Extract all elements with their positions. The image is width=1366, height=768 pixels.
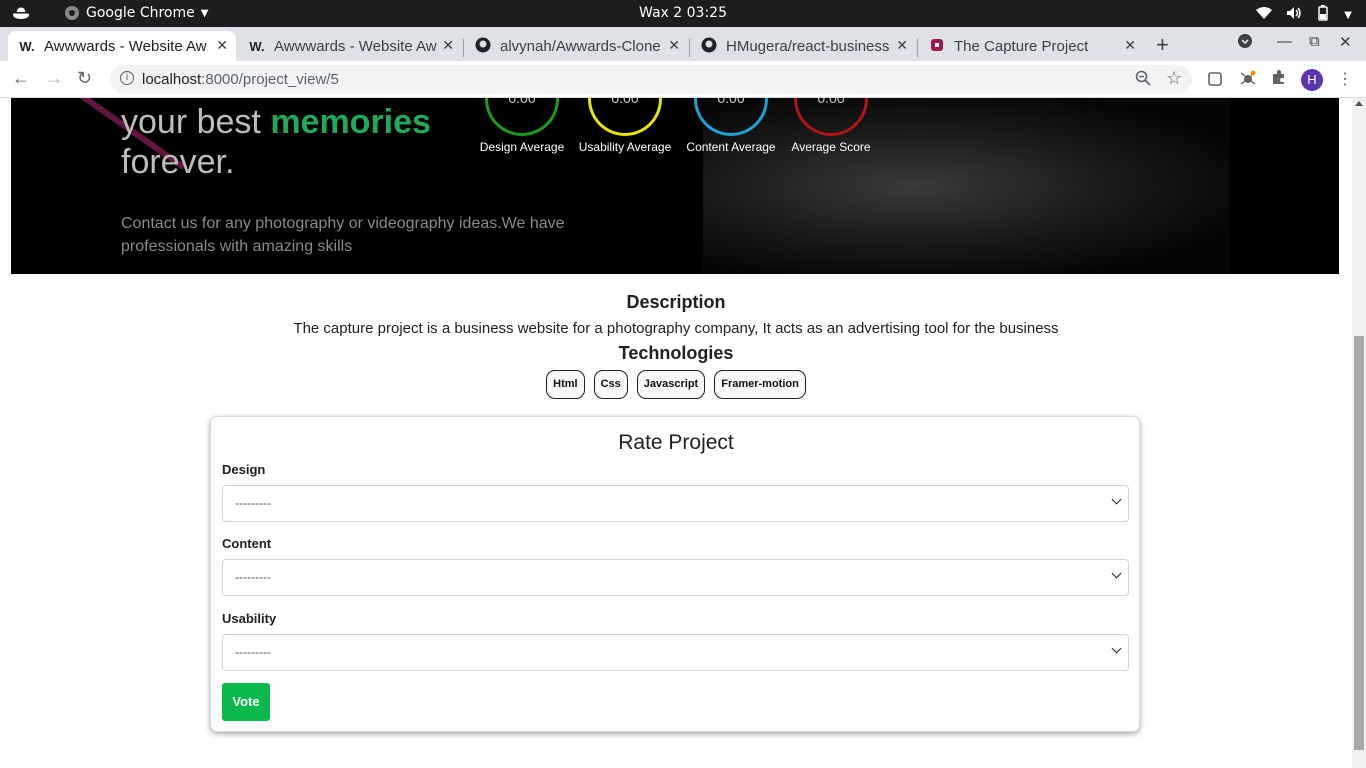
- design-select[interactable]: ---------: [222, 485, 1129, 522]
- scroll-up-arrow-icon[interactable]: [1355, 101, 1363, 106]
- tab-title: alvynah/Awwards-Clone: [500, 37, 661, 55]
- average-score-rating: 0.00 Average Score: [781, 98, 881, 154]
- design-label: Design: [222, 462, 266, 477]
- address-bar[interactable]: i localhost:8000/project_view/5 ☆: [110, 65, 1192, 94]
- project-hero-screenshot: your best memories forever. Contact us f…: [11, 98, 1339, 274]
- description-heading: Description: [626, 292, 726, 312]
- rating-label: Content Average: [686, 140, 776, 154]
- system-top-bar: Google Chrome ▼ Wax 2 03:25 ▼: [0, 0, 1366, 27]
- design-select-value: ---------: [235, 496, 271, 510]
- usability-label: Usability: [222, 611, 277, 626]
- tab-title: Awwwards - Website Aw: [274, 37, 437, 55]
- awwwards-favicon-icon: W.: [19, 38, 35, 54]
- usability-select-value: ---------: [235, 645, 271, 659]
- zoom-icon[interactable]: [1135, 70, 1151, 91]
- browser-toolbar: ← → ↻ i localhost:8000/project_view/5 ☆ …: [0, 61, 1366, 98]
- tab-title: HMugera/react-business: [726, 37, 890, 55]
- tech-badge-framer-motion: Framer-motion: [714, 370, 806, 399]
- rating-ring: 0.00: [794, 98, 868, 136]
- vote-button[interactable]: Vote: [222, 683, 270, 721]
- description-text: The capture project is a business websit…: [293, 320, 1059, 337]
- menu-kebab-icon[interactable]: ⋮: [1337, 69, 1353, 89]
- close-icon[interactable]: ✕: [668, 37, 680, 54]
- scrollbar-thumb[interactable]: [1354, 336, 1364, 750]
- restore-icon[interactable]: ⧉: [1309, 33, 1320, 50]
- github-icon: [700, 37, 718, 56]
- content-select[interactable]: ---------: [222, 559, 1129, 596]
- usability-average-rating: 0.00 Usability Average: [575, 98, 675, 154]
- tab-capture-project[interactable]: The Capture Project ✕: [918, 31, 1144, 61]
- tab-awwwards-1[interactable]: W. Awwwards - Website Aw ✕: [8, 31, 236, 61]
- content-select-value: ---------: [235, 570, 271, 584]
- bug-extension-icon[interactable]: [1239, 69, 1257, 92]
- rating-ring: 0.00: [694, 98, 768, 136]
- technologies-list: Html Css Javascript Framer-motion: [0, 370, 1352, 399]
- usability-select[interactable]: ---------: [222, 634, 1129, 671]
- close-icon[interactable]: ✕: [442, 37, 454, 54]
- technologies-heading: Technologies: [618, 343, 734, 363]
- chevron-down-icon: [1111, 568, 1122, 579]
- close-icon[interactable]: ✕: [896, 37, 908, 54]
- tab-strip: W. Awwwards - Website Aw ✕ W. Awwwards -…: [0, 27, 1366, 61]
- battery-icon: [1316, 5, 1330, 25]
- rating-ring: 0.00: [588, 98, 662, 136]
- design-average-rating: 0.00 Design Average: [472, 98, 572, 154]
- page-favicon-icon: [928, 38, 946, 55]
- extension-square-icon[interactable]: [1208, 70, 1222, 91]
- bookmark-star-icon[interactable]: ☆: [1166, 68, 1182, 89]
- hero-headline: your best memories forever.: [121, 103, 431, 181]
- tab-title: Awwwards - Website Aw: [44, 37, 207, 55]
- tab-awwards-clone[interactable]: alvynah/Awwards-Clone ✕: [464, 31, 688, 61]
- content-label: Content: [222, 536, 272, 551]
- tech-badge-html: Html: [546, 370, 585, 399]
- rate-project-card: Rate Project Design --------- Content --…: [210, 416, 1140, 732]
- close-icon[interactable]: ✕: [1124, 37, 1136, 54]
- forward-icon[interactable]: →: [45, 68, 63, 89]
- url-text[interactable]: localhost:8000/project_view/5: [142, 71, 339, 88]
- system-tray[interactable]: ▼: [1256, 5, 1352, 25]
- new-tab-button[interactable]: +: [1156, 32, 1169, 58]
- close-window-icon[interactable]: ✕: [1339, 33, 1352, 51]
- reload-icon[interactable]: ↻: [77, 68, 92, 89]
- profile-avatar[interactable]: H: [1301, 69, 1323, 91]
- tab-awwwards-2[interactable]: W. Awwwards - Website Aw ✕: [238, 31, 462, 61]
- rating-label: Average Score: [791, 140, 871, 154]
- awwwards-favicon-icon: W.: [249, 38, 265, 54]
- extensions-puzzle-icon[interactable]: [1271, 69, 1287, 90]
- chevron-down-icon: [1111, 494, 1122, 505]
- tech-badge-javascript: Javascript: [636, 370, 706, 399]
- page-scrollbar[interactable]: [1352, 98, 1366, 768]
- back-icon[interactable]: ←: [12, 68, 30, 89]
- hero-contact-text: Contact us for any photography or videog…: [121, 215, 565, 255]
- tab-search-icon[interactable]: [1237, 33, 1253, 53]
- rating-ring: 0.00: [485, 98, 559, 136]
- rating-label: Usability Average: [578, 140, 672, 154]
- tech-badge-css: Css: [593, 370, 628, 399]
- rate-project-title: Rate Project: [618, 431, 734, 454]
- close-icon[interactable]: ✕: [216, 37, 228, 54]
- rating-label: Design Average: [479, 140, 565, 154]
- page-content: your best memories forever. Contact us f…: [0, 98, 1352, 768]
- github-icon: [474, 37, 492, 56]
- chevron-down-icon: [1111, 643, 1122, 654]
- clock[interactable]: Wax 2 03:25: [0, 5, 1366, 21]
- chevron-down-icon: ▼: [1344, 9, 1352, 21]
- wifi-icon: [1256, 6, 1273, 24]
- tab-react-business[interactable]: HMugera/react-business ✕: [690, 31, 916, 61]
- site-info-icon[interactable]: i: [120, 71, 134, 85]
- content-average-rating: 0.00 Content Average: [681, 98, 781, 154]
- minimize-icon[interactable]: —: [1277, 33, 1292, 50]
- volume-icon: [1286, 6, 1302, 24]
- tab-title: The Capture Project: [954, 37, 1089, 55]
